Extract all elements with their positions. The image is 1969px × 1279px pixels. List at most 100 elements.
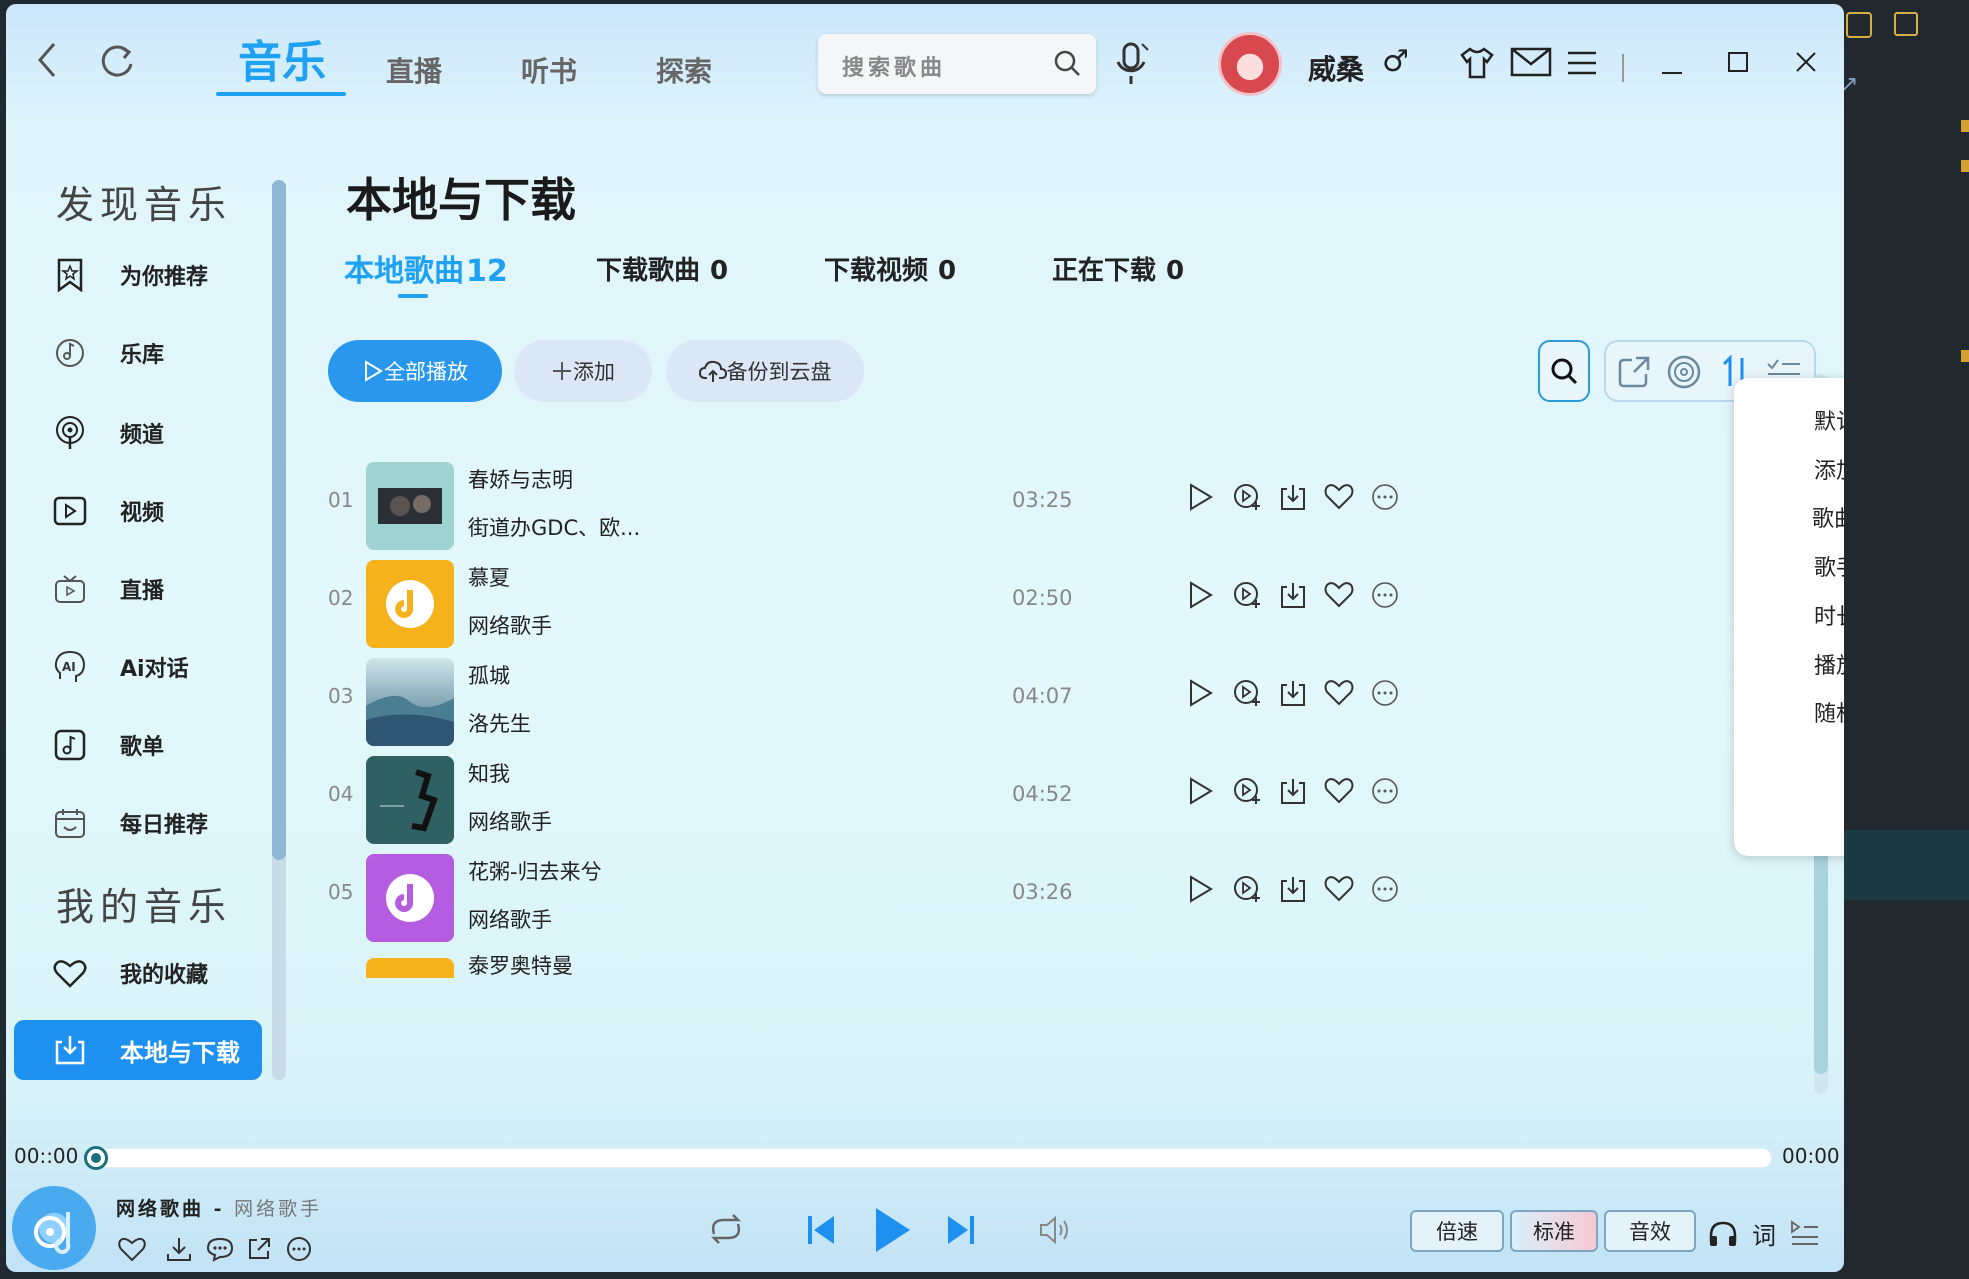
user-avatar[interactable] xyxy=(1218,32,1282,96)
username[interactable]: 威桑 xyxy=(1308,48,1364,88)
previous-icon[interactable] xyxy=(806,1214,836,1250)
sidebar-item-playlist[interactable]: 歌单 xyxy=(50,720,260,770)
download-icon[interactable] xyxy=(1278,776,1308,810)
minimize-icon[interactable] xyxy=(1662,60,1682,79)
sidebar-item-favorites[interactable]: 我的收藏 xyxy=(50,948,260,998)
quality-button[interactable]: 标准 xyxy=(1510,1210,1598,1252)
backup-cloud-button[interactable]: 备份到云盘 xyxy=(666,340,864,402)
menu-icon[interactable] xyxy=(1566,50,1598,80)
play-icon[interactable] xyxy=(1186,874,1214,908)
play-next-icon[interactable] xyxy=(1232,678,1262,712)
play-next-icon[interactable] xyxy=(1232,776,1262,810)
search-input[interactable]: 搜索歌曲 xyxy=(818,34,1096,94)
share-icon[interactable] xyxy=(246,1236,272,1266)
play-icon[interactable] xyxy=(872,1206,912,1258)
download-icon[interactable] xyxy=(1278,482,1308,516)
sidebar-scrollbar[interactable] xyxy=(272,180,286,1080)
add-button[interactable]: 添加 xyxy=(514,340,652,402)
search-icon[interactable] xyxy=(1052,48,1082,82)
share-icon[interactable] xyxy=(1616,354,1652,394)
sidebar-item-library[interactable]: 乐库 xyxy=(50,328,260,378)
volume-icon[interactable] xyxy=(1038,1214,1072,1250)
sort-option-duration[interactable]: 时长 xyxy=(1814,599,1844,631)
refresh-button[interactable] xyxy=(98,42,136,89)
play-icon[interactable] xyxy=(1186,580,1214,614)
sidebar-item-video[interactable]: 视频 xyxy=(50,486,260,536)
progress-handle[interactable] xyxy=(84,1146,108,1170)
play-next-icon[interactable] xyxy=(1232,580,1262,614)
more-icon[interactable] xyxy=(1370,678,1400,712)
sort-option-added-time[interactable]: 添加时间 xyxy=(1814,453,1844,485)
sort-option-song-name[interactable]: 歌曲名 xyxy=(1812,501,1844,533)
play-icon[interactable] xyxy=(1186,482,1214,516)
mail-icon[interactable] xyxy=(1510,46,1552,82)
download-icon[interactable] xyxy=(1278,874,1308,908)
heart-icon[interactable] xyxy=(1324,776,1354,808)
heart-icon[interactable] xyxy=(1324,482,1354,514)
next-icon[interactable] xyxy=(946,1214,976,1250)
tab-live[interactable]: 直播 xyxy=(386,50,442,90)
comment-icon[interactable] xyxy=(206,1236,234,1266)
sort-option-play-count[interactable]: 播放次数 xyxy=(1814,648,1844,680)
download-icon[interactable] xyxy=(166,1236,192,1266)
download-icon[interactable] xyxy=(1278,580,1308,614)
back-button[interactable] xyxy=(36,40,60,89)
maximize-icon[interactable] xyxy=(1728,52,1748,76)
close-icon[interactable] xyxy=(1796,52,1816,76)
more-icon[interactable] xyxy=(1370,776,1400,810)
repeat-icon[interactable] xyxy=(706,1212,746,1250)
sidebar-item-recommend[interactable]: 为你推荐 xyxy=(50,250,260,300)
album-cover xyxy=(366,756,454,844)
list-search-button[interactable] xyxy=(1538,340,1590,402)
heart-icon[interactable] xyxy=(1324,874,1354,906)
heart-icon[interactable] xyxy=(1324,580,1354,612)
more-icon[interactable] xyxy=(1370,482,1400,516)
play-all-button[interactable]: 全部播放 xyxy=(328,340,502,402)
tab-audiobook[interactable]: 听书 xyxy=(521,50,577,90)
heart-icon[interactable] xyxy=(1324,678,1354,710)
sidebar-item-local-download[interactable]: 本地与下载 xyxy=(14,1020,262,1080)
more-icon[interactable] xyxy=(1370,580,1400,614)
download-icon[interactable] xyxy=(1278,678,1308,712)
tab-downloaded-songs[interactable]: 下载歌曲 0 xyxy=(596,250,728,287)
tab-count: 0 xyxy=(710,256,729,286)
sidebar-item-label: 乐库 xyxy=(120,343,165,368)
like-icon[interactable] xyxy=(118,1236,146,1266)
play-icon[interactable] xyxy=(1186,776,1214,810)
sort-option-default[interactable]: 默认排序 xyxy=(1814,404,1844,436)
now-playing-cover[interactable] xyxy=(12,1186,96,1270)
sidebar-item-live[interactable]: 直播 xyxy=(50,564,260,614)
play-next-icon[interactable] xyxy=(1232,874,1262,908)
sort-option-random[interactable]: 随机排序 xyxy=(1814,696,1844,728)
play-next-icon[interactable] xyxy=(1232,482,1262,516)
queue-list-icon[interactable] xyxy=(1790,1218,1820,1250)
lyrics-button[interactable]: 词 xyxy=(1752,1216,1776,1251)
voice-search-icon[interactable] xyxy=(1114,40,1150,90)
song-artist[interactable]: 网络歌手 xyxy=(468,610,552,640)
sound-effect-button[interactable]: 音效 xyxy=(1604,1210,1696,1252)
sidebar-item-daily[interactable]: 每日推荐 xyxy=(50,798,260,848)
song-artist[interactable]: 网络歌手 xyxy=(468,904,552,934)
search-placeholder: 搜索歌曲 xyxy=(842,55,947,81)
song-artist[interactable]: 网络歌手 xyxy=(468,806,552,836)
more-icon[interactable] xyxy=(286,1236,312,1266)
sidebar-item-ai-chat[interactable]: AI Ai对话 xyxy=(50,642,260,692)
tab-downloading[interactable]: 正在下载 0 xyxy=(1052,250,1184,287)
tab-music[interactable]: 音乐 xyxy=(238,26,326,90)
sidebar-scroll-thumb[interactable] xyxy=(272,180,286,860)
skin-shirt-icon[interactable] xyxy=(1458,46,1496,84)
tab-local-songs[interactable]: 本地歌曲12 xyxy=(344,246,508,290)
disc-icon[interactable] xyxy=(1666,354,1702,394)
tab-explore[interactable]: 探索 xyxy=(656,50,712,90)
play-icon[interactable] xyxy=(1186,678,1214,712)
headphones-icon[interactable] xyxy=(1708,1220,1738,1252)
progress-track[interactable] xyxy=(92,1148,1772,1168)
song-artist[interactable]: 洛先生 xyxy=(468,708,531,738)
song-artist[interactable]: 街道办GDC、欧... xyxy=(468,512,640,542)
more-icon[interactable] xyxy=(1370,874,1400,908)
sort-option-singer[interactable]: 歌手 xyxy=(1814,550,1844,582)
song-row[interactable]: 泰罗奥特曼 xyxy=(326,942,1526,978)
tab-downloaded-videos[interactable]: 下载视频 0 xyxy=(824,250,956,287)
speed-button[interactable]: 倍速 xyxy=(1410,1210,1504,1252)
sidebar-item-channel[interactable]: 频道 xyxy=(50,408,260,458)
